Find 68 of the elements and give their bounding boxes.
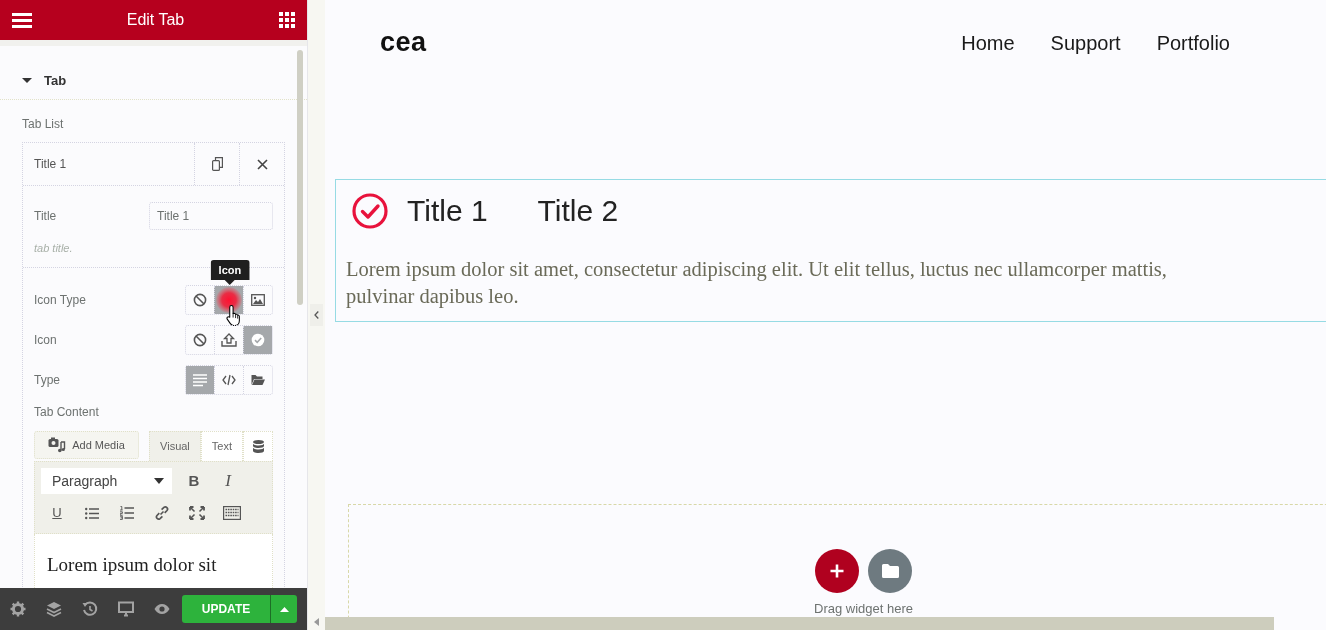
add-media-button[interactable]: Add Media [34, 431, 139, 459]
folder-icon [251, 374, 265, 386]
dynamic-tags-button[interactable] [243, 431, 273, 461]
italic-button[interactable]: I [211, 468, 245, 494]
field-label: Type [34, 373, 60, 387]
plus-icon [830, 564, 844, 578]
field-label: Tab List [22, 117, 65, 131]
settings-icon [10, 601, 26, 617]
drop-zone-hint: Drag widget here [813, 601, 914, 617]
eye-icon [154, 601, 170, 617]
code-icon [222, 374, 236, 386]
database-icon [252, 440, 264, 453]
history-icon [82, 601, 98, 617]
nav-link[interactable]: Support [1050, 27, 1121, 58]
field-description: tab title. [34, 241, 74, 255]
tab-title[interactable]: Title 1 [352, 192, 488, 230]
field-label: Title [34, 209, 57, 223]
check-circle-icon [251, 333, 265, 347]
collapse-panel-button[interactable] [310, 304, 323, 326]
grid-icon[interactable] [279, 12, 295, 28]
media-icon [48, 437, 67, 453]
copy-icon [211, 157, 223, 171]
tab-title[interactable]: Title 2 [537, 192, 619, 230]
text-lines-icon [193, 373, 207, 387]
scroll-left-arrow-icon[interactable] [314, 618, 319, 626]
ban-icon [193, 333, 207, 347]
scrollbar-thumb[interactable] [297, 50, 303, 305]
bullet-list-icon [85, 506, 99, 520]
site-logo[interactable]: cea [380, 22, 427, 63]
nav-link[interactable]: Home [961, 27, 1015, 58]
click-ripple-icon [216, 287, 242, 313]
nav-link[interactable]: Portfolio [1156, 27, 1230, 58]
editor-tab[interactable]: Visual [149, 431, 201, 461]
link-icon [154, 505, 170, 521]
underline-button[interactable]: U [40, 500, 74, 526]
field-label: Tab Content [34, 405, 100, 419]
folder-icon [881, 564, 899, 578]
keyboard-icon [223, 506, 241, 520]
section-title: Tab [44, 71, 67, 90]
image-icon [251, 294, 265, 306]
close-icon [256, 158, 268, 170]
menu-icon[interactable] [12, 12, 32, 28]
title-input[interactable]: Title 1 [149, 202, 273, 230]
chevron-left-icon [314, 311, 319, 319]
panel-title: Edit Tab [126, 10, 185, 30]
bold-button[interactable]: B [177, 468, 211, 494]
hand-cursor-icon [225, 304, 243, 327]
caret-up-icon [279, 606, 289, 612]
tab-content-text: Lorem ipsum dolor sit amet, consectetur adipiscing elit. Ut elit tellus, luctus nec ullamcorper mattis, pulvinar dapibus leo. [346, 257, 1168, 310]
field-label: Icon Type [34, 293, 86, 307]
fullscreen-icon [189, 506, 205, 520]
add-template-button[interactable] [868, 549, 912, 593]
caret-down-icon [154, 478, 164, 484]
desktop-icon [118, 601, 134, 617]
choice-button[interactable] [214, 286, 243, 314]
ban-icon [193, 293, 207, 307]
scrollbar-thumb[interactable] [325, 617, 1274, 630]
numbered-list-icon [120, 506, 134, 520]
editor-tab[interactable]: Text [200, 431, 243, 461]
format-select[interactable]: Paragraph [41, 468, 172, 494]
field-label: Icon [34, 333, 57, 347]
upload-icon [221, 333, 237, 347]
repeater-item-title[interactable]: Title 1 [23, 143, 194, 185]
layers-icon [46, 601, 62, 617]
editor-text: Lorem ipsum dolor sit [47, 553, 218, 577]
save-options-button[interactable] [270, 595, 297, 623]
tooltip: Icon [210, 260, 250, 285]
add-section-button[interactable] [815, 549, 859, 593]
